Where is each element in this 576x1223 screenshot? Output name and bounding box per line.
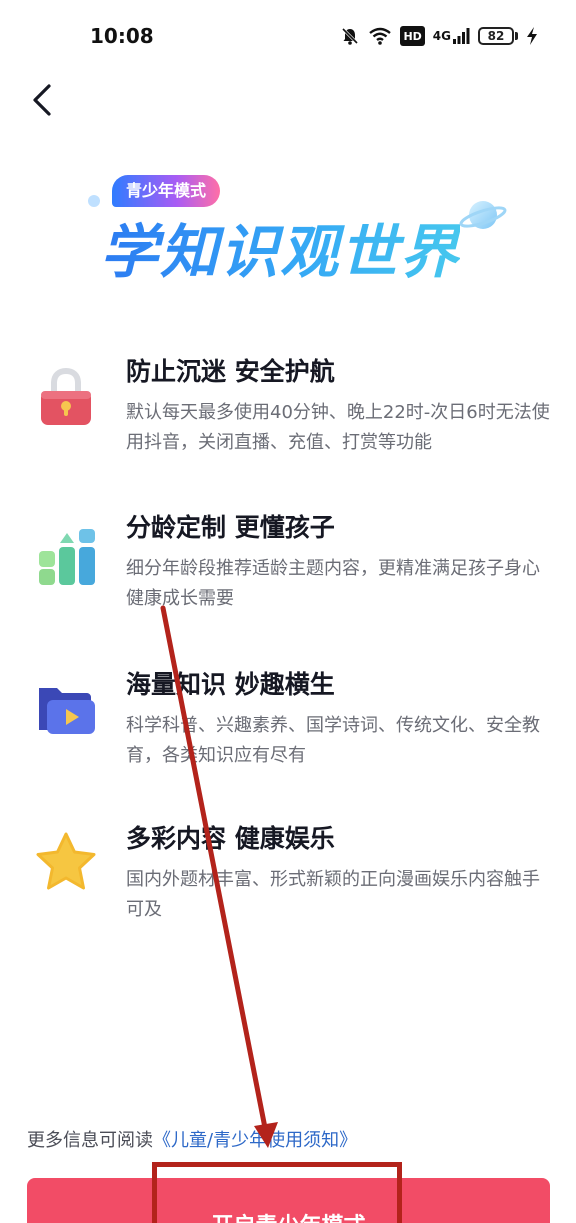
chevron-left-icon	[33, 84, 51, 116]
status-time: 10:08	[90, 24, 154, 48]
info-text: 更多信息可阅读《儿童/青少年使用须知》	[27, 1126, 357, 1152]
signal-icon: 4G	[433, 26, 470, 46]
charging-icon	[526, 26, 538, 46]
battery-level: 82	[478, 27, 514, 45]
feature-title: 海量知识 妙趣横生	[126, 670, 335, 699]
network-type: 4G	[432, 29, 451, 43]
back-button[interactable]	[22, 78, 62, 122]
status-icons: HD 4G 82	[340, 26, 538, 46]
hd-badge: HD	[400, 26, 425, 46]
feature-description: 科学科普、兴趣素养、国学诗词、传统文化、安全教育，各类知识应有尽有	[126, 715, 540, 766]
battery-icon: 82	[478, 27, 518, 45]
info-prefix: 更多信息可阅读	[27, 1130, 153, 1151]
lock-icon	[30, 360, 102, 432]
planet-icon	[459, 201, 507, 229]
decor-dot	[88, 195, 100, 207]
feature-description: 国内外题材丰富、形式新颖的正向漫画娱乐内容触手可及	[126, 869, 540, 920]
video-folder-icon	[30, 673, 102, 745]
teen-mode-page: 10:08 HD 4G 82 青少年模式 学知识观世界 防止沉迷 安全护航 默认…	[0, 0, 576, 1223]
enable-teen-mode-button[interactable]: 开启青少年模式	[27, 1178, 550, 1223]
hero-banner: 青少年模式 学知识观世界	[80, 165, 520, 295]
feature-description: 细分年龄段推荐适龄主题内容，更精准满足孩子身心健康成长需要	[126, 558, 540, 609]
bell-muted-icon	[340, 26, 360, 46]
battery-tip	[515, 32, 518, 40]
star-icon	[30, 827, 102, 899]
status-bar: 10:08 HD 4G 82	[0, 0, 576, 72]
hero-badge: 青少年模式	[112, 175, 221, 207]
usage-notice-link[interactable]: 《儿童/青少年使用须知》	[153, 1130, 357, 1151]
feature-description: 默认每天最多使用40分钟、晚上22时-次日6时无法使用抖音，关闭直播、充值、打赏…	[126, 402, 550, 453]
hero-title: 学知识观世界	[100, 205, 460, 289]
feature-title: 分龄定制 更懂孩子	[126, 513, 335, 542]
feature-title: 防止沉迷 安全护航	[126, 357, 335, 386]
feature-title: 多彩内容 健康娱乐	[126, 824, 335, 853]
wifi-icon	[368, 26, 392, 46]
bar-chart-icon	[30, 516, 102, 588]
